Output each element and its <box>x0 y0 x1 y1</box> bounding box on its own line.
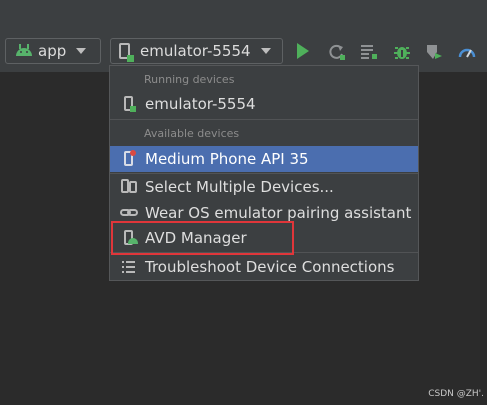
menu-item-label: Wear OS emulator pairing assistant <box>145 204 412 222</box>
module-selector-label: app <box>38 42 67 60</box>
android-icon <box>16 44 32 56</box>
title-bar <box>0 0 487 26</box>
menu-item-label: Troubleshoot Device Connections <box>145 258 395 276</box>
phone-icon <box>119 43 134 62</box>
phone-icon <box>120 150 140 168</box>
bug-icon[interactable] <box>393 43 411 61</box>
watermark: CSDN @ZH'. <box>428 389 484 399</box>
phone-icon <box>120 95 140 113</box>
chevron-down-icon <box>76 48 87 54</box>
device-selector[interactable]: emulator-5554 <box>110 38 283 64</box>
menu-item-select-multiple-devices[interactable]: Select Multiple Devices... <box>110 174 418 200</box>
multiple-devices-icon <box>120 178 140 196</box>
running-devices-header: Running devices <box>144 73 235 86</box>
profiler-icon[interactable] <box>458 43 476 61</box>
menu-item-label: emulator-5554 <box>145 95 256 113</box>
chevron-down-icon <box>260 48 271 54</box>
link-icon <box>120 204 140 222</box>
device-selector-label: emulator-5554 <box>140 42 251 60</box>
menu-item-running-device[interactable]: emulator-5554 <box>110 91 418 117</box>
menu-item-troubleshoot-connections[interactable]: Troubleshoot Device Connections <box>110 254 418 280</box>
list-icon <box>120 258 140 276</box>
separator <box>110 119 418 120</box>
play-icon[interactable] <box>297 43 309 59</box>
module-selector[interactable]: app <box>5 38 101 64</box>
attach-debugger-icon[interactable] <box>425 43 443 61</box>
apply-code-icon[interactable] <box>360 43 378 61</box>
annotation-highlight <box>111 221 294 255</box>
menu-item-label: Medium Phone API 35 <box>145 150 309 168</box>
menu-item-label: Select Multiple Devices... <box>145 178 334 196</box>
available-devices-header: Available devices <box>144 127 240 140</box>
menu-item-available-device[interactable]: Medium Phone API 35 <box>110 146 418 172</box>
apply-changes-icon[interactable] <box>328 43 346 61</box>
